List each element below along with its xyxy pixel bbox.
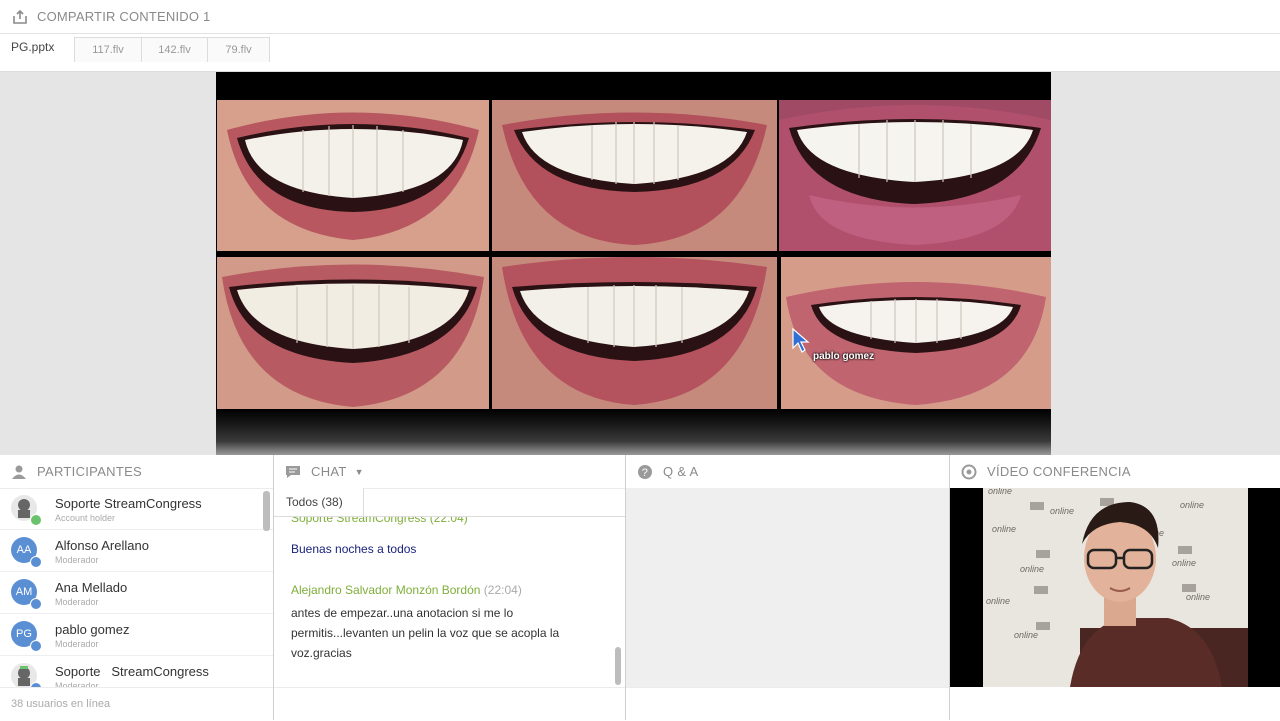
presentation-slide xyxy=(216,72,1051,455)
participant-role: Moderador xyxy=(55,639,99,649)
share-icon xyxy=(11,8,29,26)
video-panel: VÍDEO CONFERENCIA online online online o… xyxy=(950,455,1280,720)
backdrop-word: online xyxy=(988,488,1012,496)
moderator-badge-icon xyxy=(30,556,42,568)
chat-bubble-icon xyxy=(285,464,301,480)
qa-panel: ? Q & A xyxy=(626,455,950,720)
presentation-stage: pablo gomez xyxy=(0,72,1280,455)
participant-item[interactable]: AM Ana Mellado Moderador xyxy=(0,572,273,614)
participant-item[interactable]: Soporte StreamCongress Moderador xyxy=(0,656,273,687)
chat-message-text: Buenas noches a todos xyxy=(291,542,417,556)
camera-icon xyxy=(961,464,977,480)
participant-name: Alfonso Arellano xyxy=(55,538,149,553)
file-tabs: PG.pptx 117.flv 142.flv 79.flv xyxy=(0,34,1280,72)
smile-photo xyxy=(781,257,1051,410)
smile-photo xyxy=(217,257,489,410)
tab-file[interactable]: 117.flv xyxy=(74,37,142,62)
slide-decoration xyxy=(216,409,1051,455)
chat-message-author: Alejandro Salvador Monzón Bordón (22:04) xyxy=(291,583,522,597)
svg-text:online: online xyxy=(1020,564,1044,574)
qa-title: Q & A xyxy=(663,464,699,479)
svg-text:online: online xyxy=(992,524,1016,534)
video-title: VÍDEO CONFERENCIA xyxy=(987,464,1131,479)
participants-header: PARTICIPANTES xyxy=(0,455,273,489)
tab-chat-all[interactable]: Todos (38) xyxy=(274,488,364,516)
chat-scrollbar[interactable] xyxy=(615,647,621,685)
svg-text:online: online xyxy=(1050,506,1074,516)
svg-text:?: ? xyxy=(642,467,648,479)
tab-current-file[interactable]: PG.pptx xyxy=(11,40,54,54)
video-controls xyxy=(950,687,1280,720)
chat-message-time: (22:04) xyxy=(483,583,522,597)
participants-list: Soporte StreamCongress Account holder AA… xyxy=(0,488,273,687)
content-share-header: COMPARTIR CONTENIDO 1 xyxy=(0,0,1280,34)
online-count: 38 usuarios en línea xyxy=(0,687,273,720)
participant-role: Account holder xyxy=(55,513,116,523)
smile-photo xyxy=(217,100,489,251)
qa-input[interactable] xyxy=(626,687,949,721)
chat-message-author-cut: Soporte StreamCongress (22:04) xyxy=(291,517,468,525)
person-icon xyxy=(11,464,27,480)
tab-file[interactable]: 79.flv xyxy=(207,37,270,62)
chat-message-text: antes de empezar..una anotacion si me lo… xyxy=(291,606,560,660)
smile-photo-grid xyxy=(217,100,1051,410)
svg-text:online: online xyxy=(1180,500,1204,510)
chat-messages: Soporte StreamCongress (22:04) Buenas no… xyxy=(274,517,625,687)
chat-title: CHAT xyxy=(311,464,347,479)
svg-text:online: online xyxy=(986,596,1010,606)
owner-badge-icon xyxy=(30,514,42,526)
content-share-title: COMPARTIR CONTENIDO 1 xyxy=(37,9,211,24)
video-header: VÍDEO CONFERENCIA xyxy=(950,455,1280,489)
chat-input[interactable] xyxy=(274,687,625,721)
moderator-badge-icon xyxy=(30,598,42,610)
tab-file[interactable]: 142.flv xyxy=(141,37,208,62)
svg-text:online: online xyxy=(1014,630,1038,640)
participants-title: PARTICIPANTES xyxy=(37,464,143,479)
participant-item[interactable]: Soporte StreamCongress Account holder xyxy=(0,488,273,530)
qa-header: ? Q & A xyxy=(626,455,949,489)
presenter-cursor-label: pablo gomez xyxy=(813,351,875,362)
participant-item[interactable]: AA Alfonso Arellano Moderador xyxy=(0,530,273,572)
smile-photo xyxy=(779,100,1051,251)
chevron-down-icon[interactable]: ▼ xyxy=(355,467,364,477)
chat-tabs: Todos (38) xyxy=(274,488,625,517)
participant-name: Soporte StreamCongress xyxy=(55,664,209,679)
chat-panel: CHAT ▼ Todos (38) Soporte StreamCongress… xyxy=(274,455,626,720)
participant-name: Ana Mellado xyxy=(55,580,128,595)
moderator-badge-icon xyxy=(30,640,42,652)
presenter-cursor-icon xyxy=(792,327,810,359)
smile-photo xyxy=(492,257,777,410)
participants-panel: PARTICIPANTES Soporte StreamCongress Acc… xyxy=(0,455,274,720)
participant-name: Soporte StreamCongress xyxy=(55,496,202,511)
participant-name: pablo gomez xyxy=(55,622,130,637)
participant-role: Moderador xyxy=(55,555,99,565)
participants-scrollbar[interactable] xyxy=(263,491,270,531)
video-feed[interactable]: online online online online online onlin… xyxy=(950,488,1280,687)
svg-text:online: online xyxy=(1172,558,1196,568)
participant-item[interactable]: PG pablo gomez Moderador xyxy=(0,614,273,656)
question-icon: ? xyxy=(637,464,653,480)
qa-list xyxy=(626,488,949,687)
participant-role: Moderador xyxy=(55,597,99,607)
svg-text:online: online xyxy=(1186,592,1210,602)
chat-header[interactable]: CHAT ▼ xyxy=(274,455,625,489)
smile-photo xyxy=(492,100,777,251)
